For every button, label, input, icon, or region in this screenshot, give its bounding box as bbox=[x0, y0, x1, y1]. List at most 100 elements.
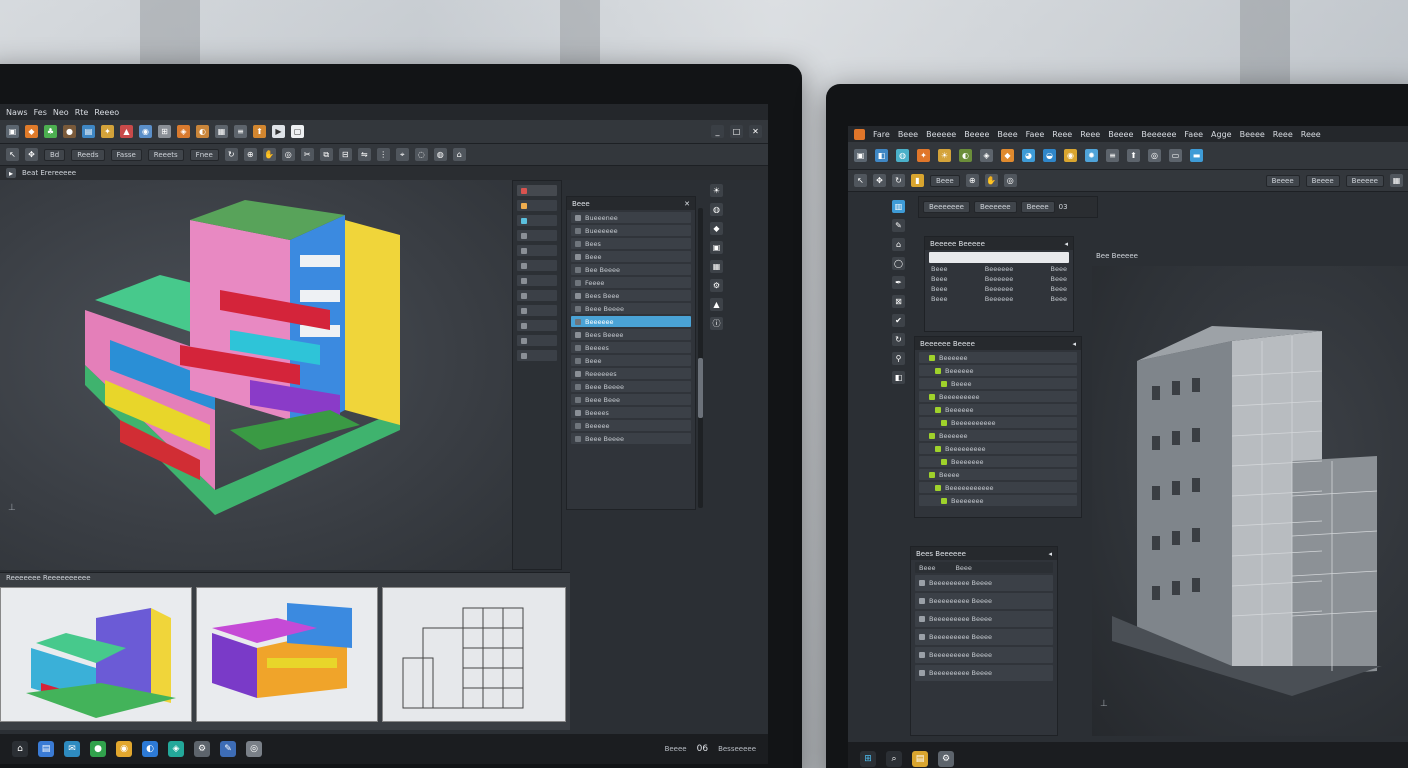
panel-row[interactable]: Beeeeee bbox=[571, 316, 691, 327]
render-icon[interactable]: ◆ bbox=[25, 125, 38, 138]
mail-icon[interactable]: ✉ bbox=[64, 741, 80, 757]
layer-visibility-icon[interactable] bbox=[935, 484, 941, 491]
menu-item[interactable]: Beee bbox=[898, 130, 918, 139]
layer-visibility-icon[interactable] bbox=[941, 458, 947, 465]
mirror-icon[interactable]: ⇋ bbox=[357, 148, 371, 161]
view-thumbnail-colored[interactable] bbox=[0, 587, 192, 722]
tree-row[interactable]: Beeeeee bbox=[919, 352, 1077, 363]
cube-icon[interactable]: ◧ bbox=[892, 371, 905, 384]
camera-icon[interactable]: ◎ bbox=[1148, 149, 1161, 162]
align-icon[interactable]: ⊟ bbox=[338, 148, 352, 161]
layer-visibility-icon[interactable] bbox=[929, 393, 935, 400]
settings-icon[interactable]: ⚙ bbox=[194, 741, 210, 757]
menu-item[interactable]: Agge bbox=[1211, 130, 1232, 139]
menu-item[interactable]: Neo bbox=[53, 108, 69, 117]
panel-scrollbar[interactable] bbox=[698, 208, 703, 508]
menu-item[interactable]: Rte bbox=[75, 108, 89, 117]
document-icon[interactable]: ▢ bbox=[291, 125, 304, 138]
tree-row[interactable]: Beeeeeeeee bbox=[919, 443, 1077, 454]
tag-icon[interactable]: ⌂ bbox=[892, 238, 905, 251]
palette-row[interactable] bbox=[517, 290, 557, 301]
palette-row[interactable] bbox=[517, 185, 557, 196]
material-icon[interactable]: ● bbox=[63, 125, 76, 138]
palette-row[interactable] bbox=[517, 245, 557, 256]
color-wheel-icon[interactable]: ◉ bbox=[1064, 149, 1077, 162]
sun-settings-icon[interactable]: ✹ bbox=[1085, 149, 1098, 162]
scrollbar-thumb[interactable] bbox=[698, 358, 703, 418]
palette-row[interactable] bbox=[517, 230, 557, 241]
sky-icon[interactable]: ◕ bbox=[1022, 149, 1035, 162]
layer-visibility-icon[interactable] bbox=[941, 419, 947, 426]
tree-row[interactable]: Beeeeeeeee bbox=[919, 391, 1077, 402]
pin-icon[interactable]: ▸ bbox=[6, 168, 16, 178]
palette-row[interactable] bbox=[517, 335, 557, 346]
info-icon[interactable]: ⓘ bbox=[710, 317, 723, 330]
pen-icon[interactable]: ✒ bbox=[892, 276, 905, 289]
zoom-icon[interactable]: ⊕ bbox=[965, 174, 979, 187]
view-icon[interactable]: ▣ bbox=[854, 149, 867, 162]
layer-visibility-icon[interactable] bbox=[935, 406, 941, 413]
orbit-icon[interactable]: ◎ bbox=[281, 148, 295, 161]
menu-item[interactable]: Beeee bbox=[964, 130, 989, 139]
layer-icon[interactable]: ≡ bbox=[234, 125, 247, 138]
property-row[interactable]: Beee Beeeeee Beee bbox=[931, 275, 1067, 283]
panel-row[interactable]: Bueeeeee bbox=[571, 225, 691, 236]
start-icon[interactable]: ⊞ bbox=[860, 751, 876, 767]
menu-item[interactable]: Beeeeee bbox=[1141, 130, 1176, 139]
panel-row[interactable]: Beee bbox=[571, 355, 691, 366]
tree-row[interactable]: Beeeeeee bbox=[919, 456, 1077, 467]
paint-icon[interactable]: ✦ bbox=[917, 149, 930, 162]
palette-row[interactable] bbox=[517, 200, 557, 211]
view-thumbnail-wireframe[interactable] bbox=[382, 587, 566, 722]
sun-icon[interactable]: ☀ bbox=[710, 184, 723, 197]
minimize-icon[interactable]: _ bbox=[711, 125, 724, 138]
toolbar-button[interactable]: Beeee bbox=[1305, 174, 1340, 187]
render-icon[interactable]: ◆ bbox=[1001, 149, 1014, 162]
palette-row[interactable] bbox=[517, 320, 557, 331]
move-icon[interactable]: ✥ bbox=[25, 148, 38, 161]
palette-row[interactable] bbox=[517, 305, 557, 316]
toolbar-button[interactable]: Beee bbox=[930, 174, 960, 187]
toolbar-button[interactable]: Beeee bbox=[1265, 174, 1300, 187]
panel-row[interactable]: Beee Beeee bbox=[571, 303, 691, 314]
globe-icon[interactable]: ◍ bbox=[896, 149, 909, 162]
array-icon[interactable]: ⋮ bbox=[376, 148, 390, 161]
panel-row[interactable]: Bees bbox=[571, 238, 691, 249]
circle-icon[interactable]: ◯ bbox=[892, 257, 905, 270]
3d-viewport[interactable]: ⊥ bbox=[0, 180, 512, 570]
layer-visibility-icon[interactable] bbox=[941, 380, 947, 387]
water-icon[interactable]: ◒ bbox=[1043, 149, 1056, 162]
menu-item[interactable]: Faee bbox=[1026, 130, 1045, 139]
play-icon[interactable]: ▶ bbox=[272, 125, 285, 138]
menu-item[interactable]: Naws bbox=[6, 108, 28, 117]
panel-row[interactable]: Beeees bbox=[571, 407, 691, 418]
pan-icon[interactable]: ✋ bbox=[984, 174, 998, 187]
tree-row[interactable]: Beeeeee bbox=[919, 404, 1077, 415]
panel-row[interactable]: Beee bbox=[571, 251, 691, 262]
tree-row[interactable]: Beeee bbox=[919, 378, 1077, 389]
check-icon[interactable]: ✔ bbox=[892, 314, 905, 327]
isolate-icon[interactable]: ◍ bbox=[433, 148, 447, 161]
layer-visibility-icon[interactable] bbox=[929, 471, 935, 478]
terrain-icon[interactable]: ◐ bbox=[959, 149, 972, 162]
tree-row[interactable]: Beeeeeee bbox=[919, 495, 1077, 506]
panel-row[interactable]: Bees Beee bbox=[571, 290, 691, 301]
browser-icon[interactable]: ◉ bbox=[116, 741, 132, 757]
view-thumbnail-sectioned[interactable] bbox=[196, 587, 378, 722]
brush-icon[interactable]: ✎ bbox=[892, 219, 905, 232]
panel-tab[interactable]: Beeeeee bbox=[973, 201, 1017, 213]
tree-row[interactable]: Beeee bbox=[919, 469, 1077, 480]
list-item[interactable]: Beeeeeeeee Beeee bbox=[915, 575, 1053, 591]
tree-icon[interactable]: ♣ bbox=[44, 125, 57, 138]
cad-app-icon[interactable]: ✎ bbox=[220, 741, 236, 757]
menu-item[interactable]: Reeeo bbox=[94, 108, 119, 117]
files-icon[interactable]: ▤ bbox=[38, 741, 54, 757]
scale-icon[interactable]: ⊠ bbox=[892, 295, 905, 308]
select-icon[interactable]: ↖ bbox=[854, 174, 867, 187]
tag-icon[interactable]: ⌂ bbox=[452, 148, 466, 161]
pin-icon[interactable]: ⚲ bbox=[892, 352, 905, 365]
property-row[interactable]: Beee Beeeeee Beee bbox=[931, 265, 1067, 273]
snap-icon[interactable]: ⌖ bbox=[395, 148, 409, 161]
menu-item[interactable]: Fes bbox=[34, 108, 47, 117]
views-tab[interactable]: Reeeeeee Reeeeeeeeee bbox=[0, 573, 570, 585]
